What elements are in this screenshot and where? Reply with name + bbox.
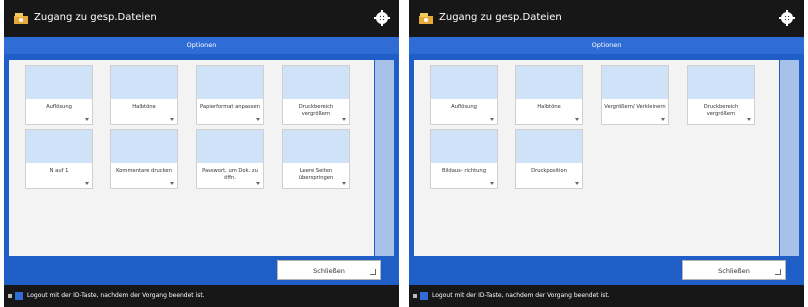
option-label: Passwort, um Dok. zu öffn. <box>202 168 258 181</box>
print-comments-icon <box>111 130 177 163</box>
chevron-down-icon <box>747 118 751 121</box>
image-orientation-icon <box>431 130 497 163</box>
page-title: Zugang zu gesp.Dateien <box>34 12 157 23</box>
page-title: Zugang zu gesp.Dateien <box>439 12 562 23</box>
gear-icon[interactable] <box>778 9 796 27</box>
chevron-down-icon <box>170 182 174 185</box>
chevron-down-icon <box>256 182 260 185</box>
option-label: Leere Seiten überspringen <box>298 168 334 181</box>
option-label: Auflösung <box>46 104 72 110</box>
chevron-down-icon <box>342 118 346 121</box>
title-bar: Zugang zu gesp.Dateien <box>409 0 804 37</box>
close-button[interactable]: Schließen <box>277 260 381 280</box>
scrollbar[interactable] <box>375 60 394 256</box>
option-label: Kommentare drucken <box>116 168 172 174</box>
id-key-icon <box>15 292 23 300</box>
chevron-down-icon <box>490 182 494 185</box>
options-header: Optionen <box>4 37 399 54</box>
corner-icon <box>370 269 376 275</box>
resolution-icon <box>26 66 92 99</box>
chevron-down-icon <box>575 182 579 185</box>
status-bar: Logout mit der ID-Taste, nachdem der Vor… <box>409 285 804 307</box>
option-label: Druckbereich vergrößern <box>298 104 334 117</box>
options-title: Optionen <box>186 41 217 49</box>
zoom-icon <box>602 66 668 99</box>
chevron-down-icon <box>490 118 494 121</box>
option-resolution[interactable]: Auflösung <box>25 65 93 125</box>
print-position-icon <box>516 130 582 163</box>
option-enlarge-print-area[interactable]: Druckbereich vergrößern <box>282 65 350 125</box>
screen-right: Zugang zu gesp.Dateien Optionen Auflösun… <box>409 0 804 307</box>
option-label: Halbtöne <box>537 104 561 110</box>
close-button[interactable]: Schließen <box>682 260 786 280</box>
options-grid: Auflösung Halbtöne Vergrößern/ Verkleine… <box>414 60 779 256</box>
skip-blank-pages-icon <box>283 130 349 163</box>
option-zoom[interactable]: Vergrößern/ Verkleinern <box>601 65 669 125</box>
chevron-down-icon <box>256 118 260 121</box>
options-title: Optionen <box>591 41 622 49</box>
option-skip-blank-pages[interactable]: Leere Seiten überspringen <box>282 129 350 189</box>
option-print-position[interactable]: Druckposition <box>515 129 583 189</box>
option-label: Vergrößern/ Verkleinern <box>604 104 666 110</box>
scrollbar[interactable] <box>780 60 799 256</box>
option-label: Druckbereich vergrößern <box>703 104 739 117</box>
status-indicator <box>413 294 417 298</box>
option-label: Halbtöne <box>132 104 156 110</box>
option-label: Bildaus- richtung <box>441 168 487 174</box>
halftones-icon <box>516 66 582 99</box>
status-indicator <box>8 294 12 298</box>
n-on-1-icon <box>26 130 92 163</box>
paper-size-icon <box>197 66 263 99</box>
option-print-comments[interactable]: Kommentare drucken <box>110 129 178 189</box>
id-key-icon <box>420 292 428 300</box>
enlarge-print-area-icon <box>283 66 349 99</box>
option-label: N auf 1 <box>49 168 69 174</box>
password-document-icon <box>197 130 263 163</box>
chevron-down-icon <box>85 182 89 185</box>
enlarge-print-area-icon <box>688 66 754 99</box>
chevron-down-icon <box>170 118 174 121</box>
option-resolution[interactable]: Auflösung <box>430 65 498 125</box>
option-image-orientation[interactable]: Bildaus- richtung <box>430 129 498 189</box>
option-halftones[interactable]: Halbtöne <box>515 65 583 125</box>
chevron-down-icon <box>575 118 579 121</box>
screen-left: Zugang zu gesp.Dateien Optionen Auflösun… <box>4 0 399 307</box>
option-n-on-1[interactable]: N auf 1 <box>25 129 93 189</box>
option-password-open[interactable]: Passwort, um Dok. zu öffn. <box>196 129 264 189</box>
folder-icon <box>14 13 28 24</box>
close-button-label: Schließen <box>313 267 345 275</box>
title-bar: Zugang zu gesp.Dateien <box>4 0 399 37</box>
close-button-label: Schließen <box>718 267 750 275</box>
corner-icon <box>775 269 781 275</box>
status-bar: Logout mit der ID-Taste, nachdem der Vor… <box>4 285 399 307</box>
option-halftones[interactable]: Halbtöne <box>110 65 178 125</box>
option-enlarge-print-area[interactable]: Druckbereich vergrößern <box>687 65 755 125</box>
halftones-icon <box>111 66 177 99</box>
status-text: Logout mit der ID-Taste, nachdem der Vor… <box>432 292 610 299</box>
option-label: Druckposition <box>531 168 567 174</box>
folder-icon <box>419 13 433 24</box>
options-grid: Auflösung Halbtöne Papierformat anpassen… <box>9 60 374 256</box>
option-fit-paper[interactable]: Papierformat anpassen <box>196 65 264 125</box>
chevron-down-icon <box>85 118 89 121</box>
status-text: Logout mit der ID-Taste, nachdem der Vor… <box>27 292 205 299</box>
options-header: Optionen <box>409 37 804 54</box>
option-label: Auflösung <box>451 104 477 110</box>
gear-icon[interactable] <box>373 9 391 27</box>
chevron-down-icon <box>342 182 346 185</box>
option-label: Papierformat anpassen <box>200 104 260 110</box>
chevron-down-icon <box>661 118 665 121</box>
resolution-icon <box>431 66 497 99</box>
